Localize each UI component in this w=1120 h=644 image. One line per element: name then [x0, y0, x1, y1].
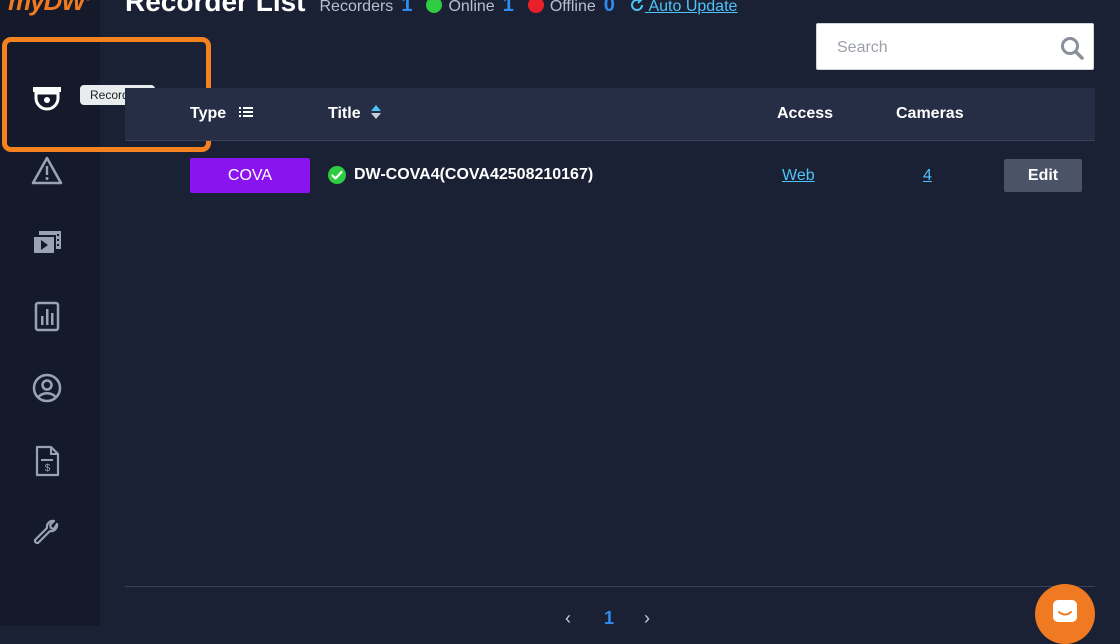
- svg-text:$: $: [45, 463, 51, 474]
- recorder-title[interactable]: DW-COVA4(COVA42508210167): [328, 166, 593, 184]
- video-library-icon: [32, 231, 61, 255]
- sidebar-item-alerts[interactable]: [27, 151, 67, 191]
- sidebar-item-recorders[interactable]: [27, 78, 67, 118]
- offline-status: Offline: [527, 0, 596, 16]
- column-type[interactable]: Type: [190, 105, 253, 123]
- search-input[interactable]: [835, 24, 1059, 71]
- brand-logo[interactable]: myDW®: [8, 0, 91, 17]
- online-check-icon: [328, 166, 346, 184]
- filter-list-icon: [238, 107, 253, 117]
- chat-icon: [1053, 600, 1077, 622]
- account-icon: [32, 373, 62, 403]
- search-box: [816, 23, 1094, 71]
- online-status: Online: [426, 0, 495, 16]
- column-access: Access: [777, 105, 834, 122]
- auto-update-link[interactable]: Auto Update: [629, 0, 737, 16]
- table-row: COVA DW-COVA4(COVA42508210167) Web 4 Edi…: [125, 150, 1095, 202]
- table-footer-divider: [125, 586, 1095, 587]
- warning-icon: [31, 156, 63, 185]
- camera-dome-icon: [33, 87, 61, 111]
- offline-count: 0: [603, 0, 615, 16]
- wrench-icon: [33, 519, 59, 545]
- sidebar-item-reports[interactable]: [27, 296, 67, 336]
- type-badge: COVA: [190, 158, 310, 193]
- search-icon[interactable]: [1059, 35, 1085, 61]
- column-cameras: Cameras: [896, 105, 964, 122]
- online-count: 1: [502, 0, 514, 16]
- sidebar-item-settings[interactable]: [27, 513, 67, 553]
- billing-icon: $: [35, 445, 60, 477]
- sidebar-item-billing[interactable]: $: [27, 441, 67, 481]
- sidebar-item-account[interactable]: [27, 368, 67, 408]
- reports-icon: [34, 301, 60, 332]
- web-access-link[interactable]: Web: [782, 167, 815, 185]
- edit-button[interactable]: Edit: [1004, 159, 1082, 192]
- page-title: Recorder List: [125, 0, 306, 17]
- column-title[interactable]: Title: [328, 105, 382, 123]
- table-header: Type Title Access Cameras: [125, 88, 1095, 141]
- offline-dot-icon: [527, 0, 544, 13]
- page-header: Recorder List Recorders 1 Online 1 Offli…: [125, 0, 737, 18]
- recorders-label: Recorders: [319, 0, 394, 15]
- refresh-icon: [630, 0, 643, 11]
- recorders-count: 1: [401, 0, 413, 16]
- cameras-count-link[interactable]: 4: [923, 167, 932, 185]
- sort-icon: [371, 105, 382, 119]
- chat-button[interactable]: [1035, 584, 1095, 644]
- sidebar-item-videos[interactable]: [27, 222, 67, 262]
- online-dot-icon: [426, 0, 443, 13]
